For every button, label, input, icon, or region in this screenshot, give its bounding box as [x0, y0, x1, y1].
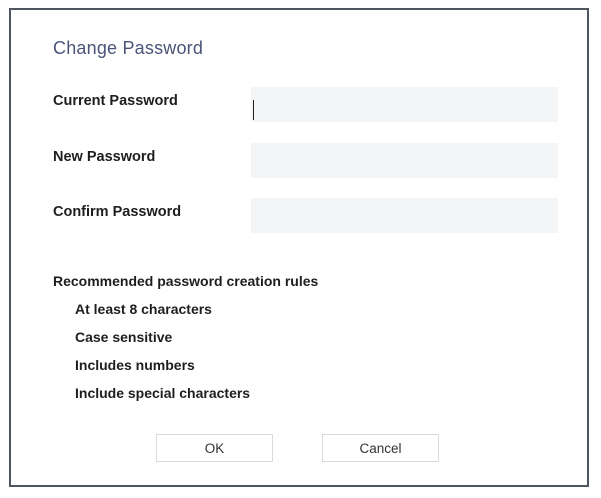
new-password-label: New Password — [53, 149, 156, 165]
new-password-input[interactable] — [251, 143, 558, 178]
rule-item: Include special characters — [75, 385, 251, 401]
rules-list: At least 8 characters Case sensitive Inc… — [75, 300, 250, 412]
current-password-label: Current Password — [53, 93, 178, 109]
change-password-dialog: Change Password Current Password New Pas… — [9, 8, 589, 487]
confirm-password-label: Confirm Password — [53, 204, 182, 220]
current-password-input[interactable] — [251, 87, 558, 122]
confirm-password-input[interactable] — [251, 198, 558, 233]
cancel-button[interactable]: Cancel — [322, 434, 439, 462]
dialog-title: Change Password — [53, 38, 204, 58]
rule-item: At least 8 characters — [75, 301, 212, 317]
rule-item: Includes numbers — [75, 357, 195, 373]
text-caret — [253, 100, 254, 120]
rule-item: Case sensitive — [75, 329, 173, 345]
ok-button[interactable]: OK — [156, 434, 273, 462]
rules-heading: Recommended password creation rules — [53, 273, 319, 289]
